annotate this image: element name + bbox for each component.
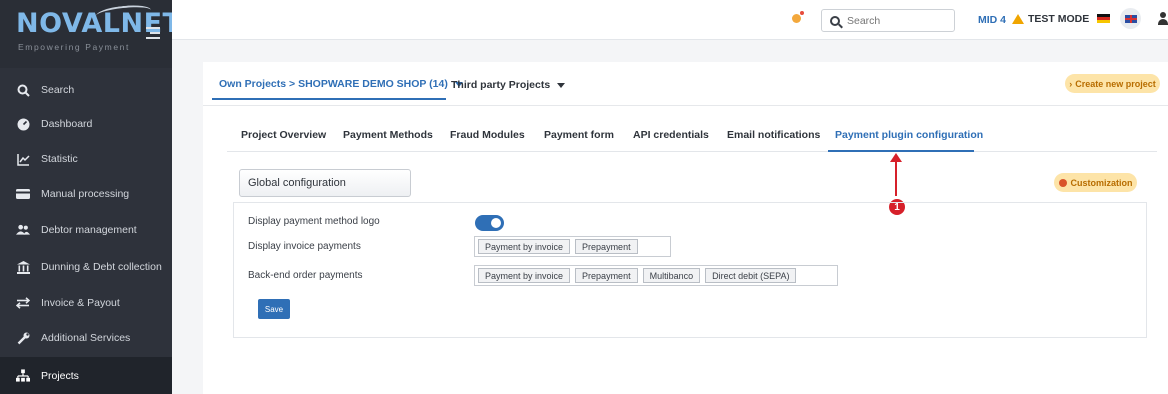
configuration-scope-select[interactable]: Global configuration (239, 169, 411, 197)
invoice-payments-multiselect[interactable]: Payment by invoice Prepayment (474, 236, 671, 257)
sidebar-item-label: Dunning & Debt collection (41, 261, 162, 273)
sitemap-icon (16, 369, 30, 383)
sidebar-item-label: Invoice & Payout (41, 297, 120, 309)
sidebar-item-invoice-payout[interactable]: Invoice & Payout (0, 285, 172, 321)
sidebar-item-additional-services[interactable]: Additional Services (0, 320, 172, 356)
sidebar-item-label: Dashboard (41, 118, 93, 130)
annotation-arrow (895, 160, 897, 196)
logo-toggle[interactable] (475, 215, 504, 231)
chip-prepayment[interactable]: Prepayment (575, 268, 638, 283)
customization-button[interactable]: Customization (1054, 173, 1137, 192)
own-projects-underline (212, 98, 446, 100)
test-mode-label: TEST MODE (1028, 13, 1090, 25)
tab-bar: Project Overview Payment Methods Fraud M… (227, 124, 1157, 152)
wrench-icon (16, 331, 30, 345)
third-party-label: Third party Projects (451, 79, 551, 91)
search-icon (16, 83, 30, 97)
sidebar-item-search[interactable]: Search (0, 72, 172, 108)
dashboard-icon (16, 117, 30, 131)
brand-tagline: Empowering Payment (18, 42, 130, 52)
topbar: MID 4 TEST MODE (172, 0, 1168, 40)
backend-payments-multiselect[interactable]: Payment by invoice Prepayment Multibanco… (474, 265, 838, 286)
create-new-project-label: Create new project (1075, 78, 1156, 89)
tab-fraud-modules[interactable]: Fraud Modules (450, 129, 525, 141)
save-button[interactable]: Save (258, 299, 290, 319)
active-tab-underline (828, 150, 974, 152)
sidebar-item-label: Debtor management (41, 224, 137, 236)
chip-direct-debit-sepa[interactable]: Direct debit (SEPA) (705, 268, 797, 283)
own-projects-label: Own Projects > SHOPWARE DEMO SHOP (14) (219, 78, 448, 90)
sidebar-item-label: Projects (41, 369, 79, 382)
tab-payment-plugin-configuration[interactable]: Payment plugin configuration (835, 129, 983, 141)
german-flag-icon[interactable] (1097, 14, 1110, 23)
exchange-icon (16, 296, 30, 310)
tab-api-credentials[interactable]: API credentials (633, 129, 709, 141)
tab-email-notifications[interactable]: Email notifications (727, 129, 820, 141)
tab-project-overview[interactable]: Project Overview (241, 129, 326, 141)
merchant-id[interactable]: MID 4 (978, 14, 1006, 26)
third-party-projects-dropdown[interactable]: Third party Projects (451, 79, 566, 91)
logo-setting-label: Display payment method logo (248, 216, 380, 227)
sidebar-item-label: Additional Services (41, 332, 131, 344)
invoice-setting-label: Display invoice payments (248, 241, 361, 252)
palette-icon (1058, 178, 1067, 187)
logo-area: NOVALNET Empowering Payment (0, 0, 181, 68)
sidebar-item-debtor-management[interactable]: Debtor management (0, 212, 172, 248)
language-switch[interactable] (1120, 8, 1141, 29)
chip-multibanco[interactable]: Multibanco (642, 268, 701, 283)
chevron-right-icon: › (1069, 78, 1073, 89)
backend-setting-label: Back-end order payments (248, 270, 363, 281)
sidebar-item-projects[interactable]: Projects (0, 357, 172, 394)
create-new-project-button[interactable]: › Create new project (1065, 74, 1160, 93)
sidebar-item-statistic[interactable]: Statistic (0, 141, 172, 177)
caret-down-icon (557, 82, 566, 88)
sidebar: NOVALNET Empowering Payment Search Dashb… (0, 0, 181, 394)
sidebar-item-label: Statistic (41, 153, 78, 165)
chip-prepayment[interactable]: Prepayment (575, 239, 638, 254)
credit-card-icon (16, 187, 30, 201)
sidebar-item-label: Search (41, 84, 75, 96)
own-projects-dropdown[interactable]: Own Projects > SHOPWARE DEMO SHOP (14) (219, 78, 463, 90)
tab-payment-methods[interactable]: Payment Methods (343, 129, 433, 141)
chip-payment-by-invoice[interactable]: Payment by invoice (478, 268, 571, 283)
search-box[interactable] (821, 9, 955, 32)
sidebar-item-dashboard[interactable]: Dashboard (0, 106, 172, 142)
tab-payment-form[interactable]: Payment form (544, 129, 614, 141)
main-content: Own Projects > SHOPWARE DEMO SHOP (14) T… (203, 62, 1168, 394)
users-icon (16, 223, 30, 237)
project-selector-row: Own Projects > SHOPWARE DEMO SHOP (14) T… (203, 62, 1168, 106)
sidebar-item-label: Manual processing (41, 188, 130, 200)
bank-icon (16, 260, 30, 274)
test-mode-indicator[interactable]: TEST MODE (1012, 13, 1089, 25)
sidebar-item-dunning[interactable]: Dunning & Debt collection (0, 249, 172, 285)
chart-icon (16, 152, 30, 166)
customization-label: Customization (1070, 177, 1133, 188)
search-input[interactable] (847, 14, 947, 27)
search-icon (830, 15, 840, 26)
warning-icon (1012, 14, 1024, 24)
configuration-panel: Display payment method logo Display invo… (233, 202, 1147, 338)
user-icon[interactable] (1158, 12, 1168, 26)
menu-toggle-icon[interactable] (146, 27, 160, 42)
chip-payment-by-invoice[interactable]: Payment by invoice (478, 239, 571, 254)
notification-icon[interactable] (792, 11, 804, 23)
uk-flag-icon (1124, 14, 1137, 23)
sidebar-item-manual-processing[interactable]: Manual processing (0, 176, 172, 212)
